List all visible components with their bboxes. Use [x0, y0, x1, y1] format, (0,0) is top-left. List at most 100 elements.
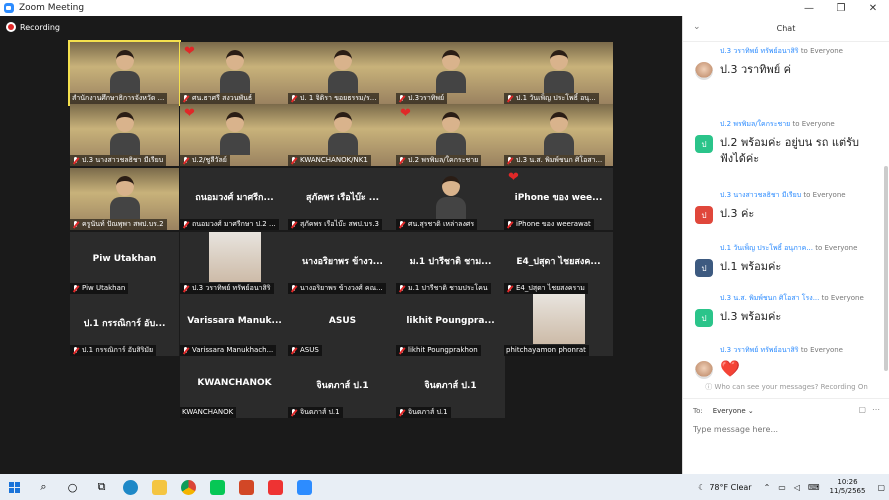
- participant-tile[interactable]: ป.1 วันเพ็ญ ประโพธิ์ อนุ...: [504, 42, 613, 104]
- participant-video: [435, 50, 466, 93]
- message-text: ป.1 พร้อมค่ะ: [720, 260, 782, 273]
- participant-tile[interactable]: Piw Utakhan Piw Utakhan: [70, 232, 179, 294]
- participant-tile[interactable]: ❤ ศน.ธาศรี สงวนพันธ์: [180, 42, 289, 104]
- participant-name: iPhone ของ weerawat: [516, 220, 591, 228]
- participant-photo: [532, 294, 585, 344]
- participant-name: likhit Poungprakhon: [408, 346, 478, 354]
- participant-tile[interactable]: ถนอมวงศ์ มาศรีก... ถนอมวงศ์ มาศรีกษา ป.2 …: [180, 168, 289, 230]
- chrome-icon[interactable]: [174, 474, 203, 500]
- network-icon[interactable]: ▭: [778, 483, 786, 492]
- participant-tile[interactable]: จินตภาส์ ป.1 จินตภาส์ ป.1: [288, 356, 397, 418]
- window-controls: — ❐ ✕: [793, 0, 889, 16]
- participant-display-name: จินตภาส์ ป.1: [316, 381, 369, 391]
- mic-muted-icon: [182, 220, 189, 229]
- participant-video: [327, 50, 358, 93]
- recipient-select[interactable]: Everyone ⌄: [713, 407, 754, 415]
- participant-tile[interactable]: สุภัคพร เรือไบ๊ะ ... สุภัคพร เรือไบ๊ะ สพป…: [288, 168, 397, 230]
- weather-icon[interactable]: ☾: [698, 483, 705, 492]
- recording-indicator[interactable]: Recording: [6, 22, 60, 32]
- participant-tile[interactable]: ครูนันท์ ปัณพุพา สพป.บร.2: [70, 168, 179, 230]
- volume-icon[interactable]: ◁: [794, 483, 800, 492]
- participant-name-label: iPhone ของ weerawat: [504, 219, 594, 230]
- participant-tile[interactable]: ❤ ป.2 พรพิมล/ใคกระชาย: [396, 104, 505, 166]
- message-sender[interactable]: ป.3 วราทิพย์ ทรัพย์อนาสิริ to Everyone: [720, 46, 883, 57]
- participant-video: [109, 50, 140, 93]
- chevron-down-icon[interactable]: ⌄: [693, 22, 701, 32]
- file-explorer-icon[interactable]: [145, 474, 174, 500]
- visibility-note[interactable]: ⓘ Who can see your messages? Recording O…: [683, 382, 889, 392]
- participant-tile[interactable]: ม.1 ปารีชาติ ชาม... ม.1 ปารีชาติ ชามประโค…: [396, 232, 505, 294]
- participant-display-name: likhit Poungpra...: [406, 316, 495, 326]
- participant-tile[interactable]: ป.1 กรรณิการ์ อับ... ป.1 กรรณิการ์ อับสิร…: [70, 294, 179, 356]
- more-icon[interactable]: ⋯: [872, 405, 880, 414]
- participant-tile[interactable]: ป.3 วราทิพย์ ทรัพย์อนาสิริ: [180, 232, 289, 294]
- participant-name: สุภัคพร เรือไบ๊ะ สพป.บร.3: [300, 220, 379, 228]
- participant-tile[interactable]: ศน.สุรชาติ เหล่าลงศร: [396, 168, 505, 230]
- participant-tile[interactable]: ป. 1 จิติรา ขอยธรรม/ร...: [288, 42, 397, 104]
- cortana-icon[interactable]: ○: [58, 474, 87, 500]
- participant-name: KWANCHANOK: [182, 408, 234, 416]
- zoom-taskbar-icon[interactable]: [290, 474, 319, 500]
- participant-name: ป.3 น.ส. พิมพ์ชนก ศิโอสา...: [516, 156, 603, 164]
- compose-tools: ▢ ⋯: [858, 405, 880, 414]
- participant-name: ป.2/ชูลีวัลย์: [192, 156, 227, 164]
- search-icon[interactable]: ⌕: [29, 474, 58, 500]
- participant-tile[interactable]: phitchayamon phonrat: [504, 294, 613, 356]
- participant-tile[interactable]: Varissara Manuk... Varissara Manukhach...: [180, 294, 289, 356]
- participant-name-label: KWANCHANOK: [180, 407, 237, 418]
- participant-tile[interactable]: ❤ ป.2/ชูลีวัลย์: [180, 104, 289, 166]
- participant-name-label: ศน.สุรชาติ เหล่าลงศร: [396, 219, 478, 230]
- chat-scrollbar[interactable]: [884, 166, 888, 371]
- message-sender[interactable]: ป.3 น.ส. พิมพ์ชนก ศิโอสา โรง... to Every…: [720, 293, 883, 304]
- participant-tile[interactable]: ป.3วราทิพย์: [396, 42, 505, 104]
- participant-name-label: นางอริยาพร ข้างวงศ์ คณ...: [288, 283, 386, 294]
- weather-text[interactable]: 78°F Clear: [709, 483, 751, 492]
- clock[interactable]: 10:26 11/5/2565: [830, 478, 866, 496]
- participant-display-name: Piw Utakhan: [92, 254, 157, 264]
- keyboard-icon[interactable]: ⌨: [808, 483, 820, 492]
- participant-tile[interactable]: จินตภาส์ ป.1 จินตภาส์ ป.1: [396, 356, 505, 418]
- pdf-icon[interactable]: [261, 474, 290, 500]
- notification-icon[interactable]: ▢: [877, 483, 885, 492]
- participant-video: [327, 112, 358, 155]
- heart-reaction-icon: ❤: [508, 170, 519, 185]
- chat-message-input[interactable]: [693, 425, 873, 434]
- edge-icon[interactable]: [116, 474, 145, 500]
- participant-name-label: ป.1 วันเพ็ญ ประโพธิ์ อนุ...: [504, 93, 599, 104]
- participant-name: สำนักงานศึกษาธิการจังหวัด ...: [72, 94, 165, 102]
- participant-tile[interactable]: ASUS ASUS: [288, 294, 397, 356]
- message-text: ❤️: [720, 359, 740, 378]
- participant-tile[interactable]: นางอริยาพร ข้างว... นางอริยาพร ข้างวงศ์ ค…: [288, 232, 397, 294]
- mic-muted-icon: [398, 156, 405, 165]
- participant-tile[interactable]: iPhone ของ wee... ❤ iPhone ของ weerawat: [504, 168, 613, 230]
- recording-label: Recording: [20, 22, 61, 32]
- participant-name-label: likhit Poungprakhon: [396, 345, 481, 356]
- participant-video: [435, 176, 466, 219]
- participant-video: [219, 112, 250, 155]
- message-sender[interactable]: ป.3 นางสาวชลธิชา มีเรียบ to Everyone: [720, 190, 883, 201]
- participant-video: [109, 112, 140, 155]
- file-icon[interactable]: ▢: [858, 405, 866, 414]
- participant-name: ป.3 นางสาวชลธิชา มีเรียบ: [82, 156, 164, 164]
- minimize-button[interactable]: —: [793, 0, 825, 16]
- participant-tile[interactable]: KWANCHANOK KWANCHANOK: [180, 356, 289, 418]
- message-sender[interactable]: ป.1 วันเพ็ญ ประโพธิ์ อนุภาค... to Everyo…: [720, 243, 883, 254]
- participant-tile[interactable]: E4_ปสุดา ไชยสงค... E4_ปสุดา ไชยสงคราม: [504, 232, 613, 294]
- task-view-icon[interactable]: ⧉: [87, 474, 116, 500]
- participant-display-name: Varissara Manuk...: [187, 316, 282, 326]
- powerpoint-icon[interactable]: [232, 474, 261, 500]
- message-sender[interactable]: ป.3 วราทิพย์ ทรัพย์อนาสิริ to Everyone: [720, 345, 883, 356]
- maximize-button[interactable]: ❐: [825, 0, 857, 16]
- participant-tile[interactable]: ป.3 นางสาวชลธิชา มีเรียบ: [70, 104, 179, 166]
- start-button[interactable]: [0, 474, 29, 500]
- mic-muted-icon: [182, 284, 189, 293]
- chat-message: ป.3 วราทิพย์ ทรัพย์อนาสิริ to Everyone ป.…: [683, 46, 883, 80]
- participant-tile[interactable]: สำนักงานศึกษาธิการจังหวัด ...: [68, 40, 181, 106]
- participant-tile[interactable]: KWANCHANOK/NK1: [288, 104, 397, 166]
- chevron-up-icon[interactable]: ⌃: [764, 483, 771, 492]
- participant-tile[interactable]: ป.3 น.ส. พิมพ์ชนก ศิโอสา...: [504, 104, 613, 166]
- line-icon[interactable]: [203, 474, 232, 500]
- message-sender[interactable]: ป.2 พรพิมล/ใคกระชาย to Everyone: [720, 119, 883, 130]
- participant-tile[interactable]: likhit Poungpra... likhit Poungprakhon: [396, 294, 505, 356]
- close-button[interactable]: ✕: [857, 0, 889, 16]
